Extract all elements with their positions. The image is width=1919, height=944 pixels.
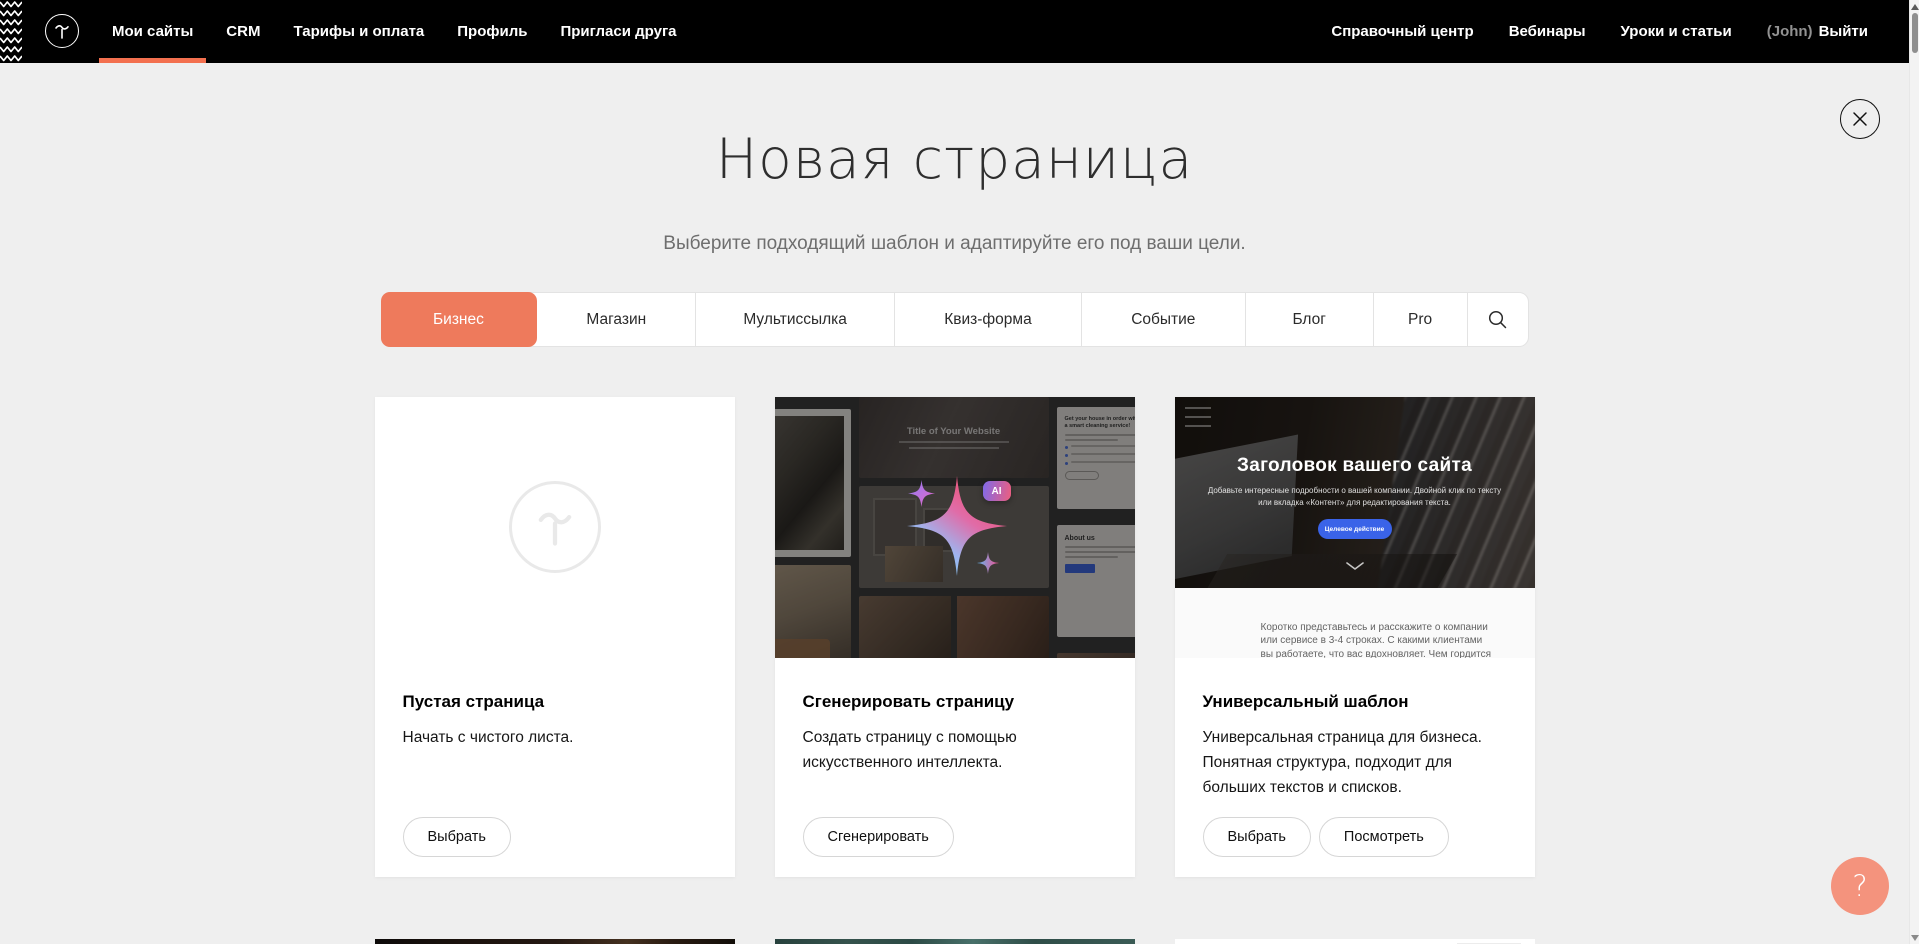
card-title: Пустая страница <box>403 692 707 712</box>
universal-template-preview: Заголовок вашего сайта Добавьте интересн… <box>1175 397 1535 658</box>
main-content: Новая страница Выберите подходящий шабло… <box>0 63 1909 944</box>
card-description: Универсальная страница для бизнеса. Поня… <box>1203 725 1507 800</box>
mini-body-text: Коротко представьтесь и расскажите о ком… <box>1175 588 1535 658</box>
choose-button[interactable]: Выбрать <box>1203 817 1311 857</box>
template-cards-row: Пустая страница Начать с чистого листа. … <box>375 397 1535 877</box>
nav-help-center[interactable]: Справочный центр <box>1331 0 1473 63</box>
card-info: Универсальный шаблон Универсальная стран… <box>1175 658 1535 800</box>
primary-nav: Мои сайты CRM Тарифы и оплата Профиль Пр… <box>112 0 677 63</box>
tab-multilink[interactable]: Мультиссылка <box>696 293 895 346</box>
nav-crm[interactable]: CRM <box>226 0 260 63</box>
template-preview-light[interactable] <box>1175 939 1535 944</box>
nav-profile[interactable]: Профиль <box>457 0 527 63</box>
template-preview-teal[interactable] <box>775 939 1135 944</box>
card-description: Создать страницу с помощью искусственног… <box>803 725 1107 775</box>
ai-sparkle-small-bottom <box>977 552 999 574</box>
mini-site-subtitle: Добавьте интересные подробности о вашей … <box>1205 485 1505 510</box>
ai-badge: AI <box>983 481 1011 501</box>
page-subtitle: Выберите подходящий шаблон и адаптируйте… <box>0 233 1909 255</box>
ai-sparkle-small-top <box>908 480 935 507</box>
tab-search[interactable] <box>1468 293 1528 346</box>
user-session: (John) Выйти <box>1767 23 1868 40</box>
blank-page-preview <box>375 397 735 658</box>
scrollbar-down-arrow[interactable] <box>1911 935 1919 941</box>
mini-cta-button: Целевое действие <box>1318 519 1392 539</box>
question-mark-icon: ? <box>1852 869 1867 903</box>
nav-lessons[interactable]: Уроки и статьи <box>1621 0 1732 63</box>
page-title: Новая страница <box>0 127 1909 191</box>
search-icon <box>1487 309 1508 330</box>
card-title: Сгенерировать страницу <box>803 692 1107 712</box>
tilda-watermark-icon <box>509 481 601 573</box>
template-cards-row-2 <box>375 939 1535 944</box>
tab-blog[interactable]: Блог <box>1246 293 1374 346</box>
nav-invite-friend[interactable]: Пригласи друга <box>560 0 676 63</box>
tab-quiz-form[interactable]: Квиз-форма <box>895 293 1082 346</box>
close-icon <box>1851 110 1869 128</box>
template-category-tabs: Бизнес Магазин Мультиссылка Квиз-форма С… <box>381 292 1529 347</box>
card-info: Пустая страница Начать с чистого листа. <box>375 658 735 750</box>
close-button[interactable] <box>1840 99 1880 139</box>
tilda-logo-glyph <box>52 20 72 42</box>
nav-pricing[interactable]: Тарифы и оплата <box>293 0 424 63</box>
card-universal-template[interactable]: Заголовок вашего сайта Добавьте интересн… <box>1175 397 1535 877</box>
card-ai-generate[interactable]: Title of Your Website Get your house in … <box>775 397 1135 877</box>
choose-button[interactable]: Выбрать <box>403 817 511 857</box>
view-button[interactable]: Посмотреть <box>1319 817 1449 857</box>
scrollbar-thumb[interactable] <box>1912 13 1918 53</box>
tab-pro[interactable]: Pro <box>1374 293 1468 346</box>
chevron-down-icon <box>1345 561 1365 571</box>
top-nav-bar: Мои сайты CRM Тарифы и оплата Профиль Пр… <box>0 0 1909 63</box>
secondary-nav: Справочный центр Вебинары Уроки и статьи… <box>1331 0 1868 63</box>
nav-webinars[interactable]: Вебинары <box>1509 0 1586 63</box>
tab-event[interactable]: Событие <box>1082 293 1246 346</box>
scrollbar-up-arrow[interactable] <box>1911 4 1919 10</box>
card-info: Сгенерировать страницу Создать страницу … <box>775 658 1135 775</box>
card-description: Начать с чистого листа. <box>403 725 707 750</box>
tab-business[interactable]: Бизнес <box>381 292 538 347</box>
drag-pattern-decoration <box>0 0 22 63</box>
tilda-logo[interactable] <box>45 14 79 48</box>
page-scrollbar[interactable] <box>1909 0 1919 944</box>
help-button[interactable]: ? <box>1831 857 1889 915</box>
template-preview-dark[interactable] <box>375 939 735 944</box>
card-blank-page[interactable]: Пустая страница Начать с чистого листа. … <box>375 397 735 877</box>
card-title: Универсальный шаблон <box>1203 692 1507 712</box>
tab-store[interactable]: Магазин <box>537 293 696 346</box>
user-name: (John) <box>1767 23 1813 40</box>
mini-menu-lines <box>1185 407 1211 427</box>
ai-preview-collage: Title of Your Website Get your house in … <box>775 397 1135 658</box>
logout-link[interactable]: Выйти <box>1819 23 1868 40</box>
app-window: Мои сайты CRM Тарифы и оплата Профиль Пр… <box>0 0 1919 944</box>
generate-button[interactable]: Сгенерировать <box>803 817 954 857</box>
nav-my-sites[interactable]: Мои сайты <box>112 0 193 63</box>
mini-site-title: Заголовок вашего сайта <box>1175 455 1535 477</box>
